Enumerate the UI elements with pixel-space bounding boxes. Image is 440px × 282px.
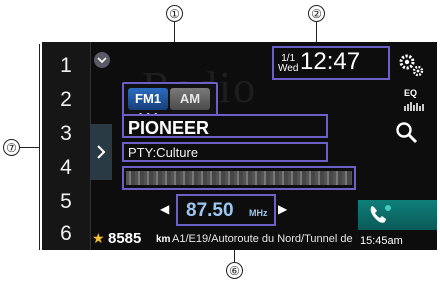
callout-2: ② (308, 5, 325, 22)
chevron-right-icon (97, 145, 106, 159)
preset-button-5[interactable]: 5 (42, 188, 90, 215)
phone-icon (370, 205, 391, 223)
search-button[interactable] (394, 120, 420, 146)
status-time: 15:45am (360, 235, 403, 247)
callout-7: ⑦ (3, 139, 20, 156)
arrow-left-icon[interactable]: ◀ (160, 202, 169, 216)
radio-text (126, 171, 352, 185)
eq-button[interactable]: EQ (404, 88, 430, 112)
preset-button-1[interactable]: 1 (42, 52, 90, 79)
phone-button[interactable] (358, 200, 437, 230)
frequency-value: 87.50 (186, 200, 234, 221)
arrow-right-icon[interactable]: ▶ (278, 202, 287, 216)
frequency-unit: MHz (249, 208, 268, 218)
preset-button-2[interactable]: 2 (42, 86, 90, 113)
pty-info: PTY:Culture (128, 145, 199, 160)
weekday-value: Wed (278, 63, 299, 74)
radio-screen: Radio 1 2 3 4 5 6 FM1 • • • AM PIONEER P… (42, 42, 437, 250)
station-name: PIONEER (128, 118, 210, 138)
callout-7-bracket (39, 44, 40, 250)
callout-1: ① (166, 5, 183, 22)
route-info: A1/E19/Autoroute du Nord/Tunnel de (172, 233, 353, 245)
distance-value: 8585 (108, 230, 142, 247)
am-band-button[interactable]: AM (170, 88, 210, 110)
fm1-band-button[interactable]: FM1 • • • (128, 88, 168, 119)
preset-button-6[interactable]: 6 (42, 220, 90, 247)
date-display: 1/1 Wed (278, 54, 298, 74)
callout-7-leader (20, 147, 40, 148)
clock-time: 12:47 (300, 48, 361, 75)
star-icon: ★ (92, 230, 105, 246)
preset-button-4[interactable]: 4 (42, 154, 90, 181)
preset-button-3[interactable]: 3 (42, 120, 90, 147)
settings-button[interactable] (396, 52, 426, 78)
eq-label: EQ (404, 88, 418, 98)
distance-unit: km (156, 234, 171, 245)
expand-panel-button[interactable] (90, 124, 112, 180)
preset-channel-list: 1 2 3 4 5 6 (42, 42, 91, 250)
chevron-down-icon[interactable] (94, 52, 110, 68)
search-icon (396, 122, 418, 144)
gear-icon (399, 54, 424, 77)
band-selector: FM1 • • • AM (122, 82, 218, 119)
eq-icon (404, 102, 424, 111)
callout-6: ⑥ (226, 262, 243, 279)
